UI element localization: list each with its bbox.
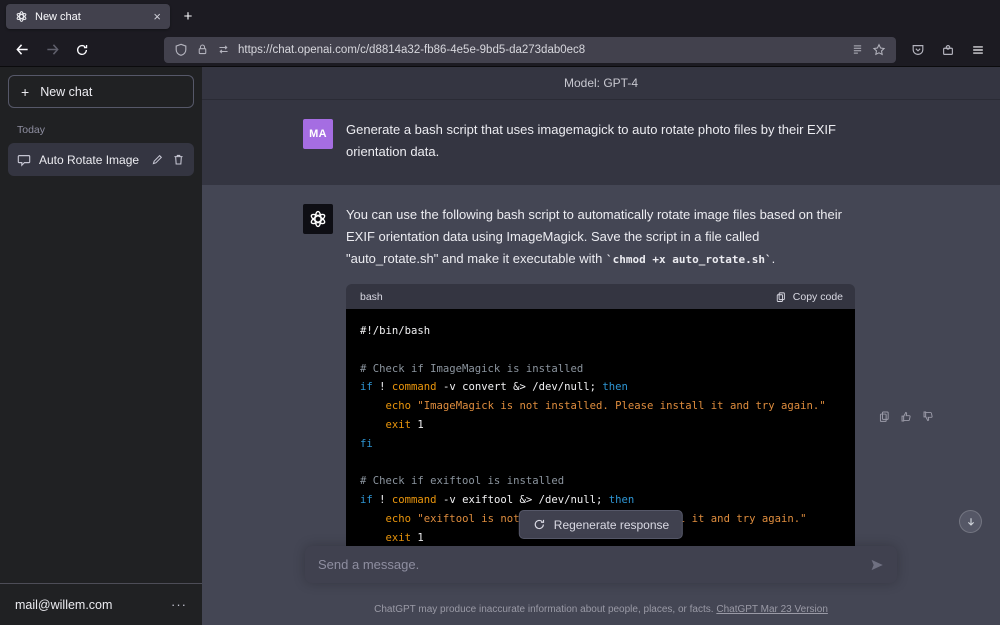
- reload-button[interactable]: [68, 37, 96, 63]
- message-input-bar: [305, 546, 897, 583]
- account-row[interactable]: mail@willem.com ···: [0, 583, 202, 625]
- chat-bubble-icon: [17, 153, 31, 167]
- clipboard-icon: [775, 291, 787, 303]
- delete-trash-icon[interactable]: [172, 153, 185, 166]
- extensions-puzzle-icon[interactable]: [934, 37, 962, 63]
- new-chat-label: New chat: [40, 85, 92, 99]
- thumbs-down-icon[interactable]: [922, 207, 935, 625]
- account-email: mail@willem.com: [15, 598, 112, 612]
- plus-icon: +: [21, 84, 29, 100]
- url-text: https://chat.openai.com/c/d8814a32-fb86-…: [238, 44, 843, 56]
- user-message-text: Generate a bash script that uses imagema…: [346, 119, 855, 163]
- site-permissions-icon[interactable]: [217, 43, 230, 56]
- history-section-label: Today: [17, 124, 202, 136]
- user-avatar: MA: [303, 119, 333, 149]
- browser-tab[interactable]: New chat ×: [6, 4, 170, 29]
- send-paper-plane-icon[interactable]: [870, 558, 884, 572]
- tab-favicon-openai-icon: [15, 10, 28, 23]
- refresh-icon: [533, 518, 546, 531]
- chat-history-item[interactable]: Auto Rotate Image Bas: [8, 143, 194, 176]
- model-header: Model: GPT-4: [202, 67, 1000, 100]
- bookmark-star-icon[interactable]: [872, 43, 886, 57]
- code-language-label: bash: [360, 286, 383, 308]
- edit-pencil-icon[interactable]: [151, 153, 164, 166]
- navigation-toolbar: https://chat.openai.com/c/d8814a32-fb86-…: [0, 33, 1000, 67]
- message-input[interactable]: [318, 557, 862, 572]
- menu-hamburger-icon[interactable]: [964, 37, 992, 63]
- copy-code-label: Copy code: [793, 286, 843, 308]
- user-message-row: MA Generate a bash script that uses imag…: [202, 100, 1000, 185]
- tab-title: New chat: [35, 11, 146, 23]
- regenerate-response-button[interactable]: Regenerate response: [519, 510, 683, 539]
- assistant-avatar-openai-icon: [303, 204, 333, 234]
- pocket-save-icon[interactable]: [904, 37, 932, 63]
- scroll-down-button[interactable]: [959, 510, 982, 533]
- https-lock-icon[interactable]: [196, 43, 209, 56]
- tab-close-icon[interactable]: ×: [153, 10, 161, 23]
- regenerate-label: Regenerate response: [554, 518, 669, 532]
- new-tab-button[interactable]: +: [176, 5, 200, 29]
- new-chat-button[interactable]: + New chat: [8, 75, 194, 108]
- chat-main: Model: GPT-4 MA Generate a bash script t…: [202, 67, 1000, 625]
- tab-strip: New chat × +: [0, 0, 1000, 33]
- back-button[interactable]: [8, 37, 36, 63]
- forward-button[interactable]: [38, 37, 66, 63]
- thumbs-up-icon[interactable]: [900, 207, 913, 625]
- reader-view-icon[interactable]: [851, 43, 864, 56]
- tracking-protection-shield-icon[interactable]: [174, 43, 188, 57]
- assistant-inline-code: `chmod +x auto_rotate.sh`: [606, 253, 772, 266]
- sidebar: + New chat Today Auto Rotate Image Bas: [0, 67, 202, 625]
- browser-window: New chat × +: [0, 0, 1000, 625]
- footer-version-link[interactable]: ChatGPT Mar 23 Version: [716, 604, 828, 615]
- chat-footer: ChatGPT may produce inaccurate informati…: [202, 604, 1000, 615]
- assistant-text-outro: .: [772, 251, 776, 266]
- url-bar[interactable]: https://chat.openai.com/c/d8814a32-fb86-…: [164, 37, 896, 63]
- arrow-down-icon: [965, 516, 977, 528]
- copy-code-button[interactable]: Copy code: [775, 286, 843, 308]
- account-overflow-dots-icon[interactable]: ···: [171, 597, 187, 612]
- app-area: + New chat Today Auto Rotate Image Bas: [0, 67, 1000, 625]
- code-block-header: bash Copy code: [346, 284, 855, 309]
- chat-item-title: Auto Rotate Image Bas: [39, 153, 143, 167]
- footer-disclaimer: ChatGPT may produce inaccurate informati…: [374, 604, 713, 615]
